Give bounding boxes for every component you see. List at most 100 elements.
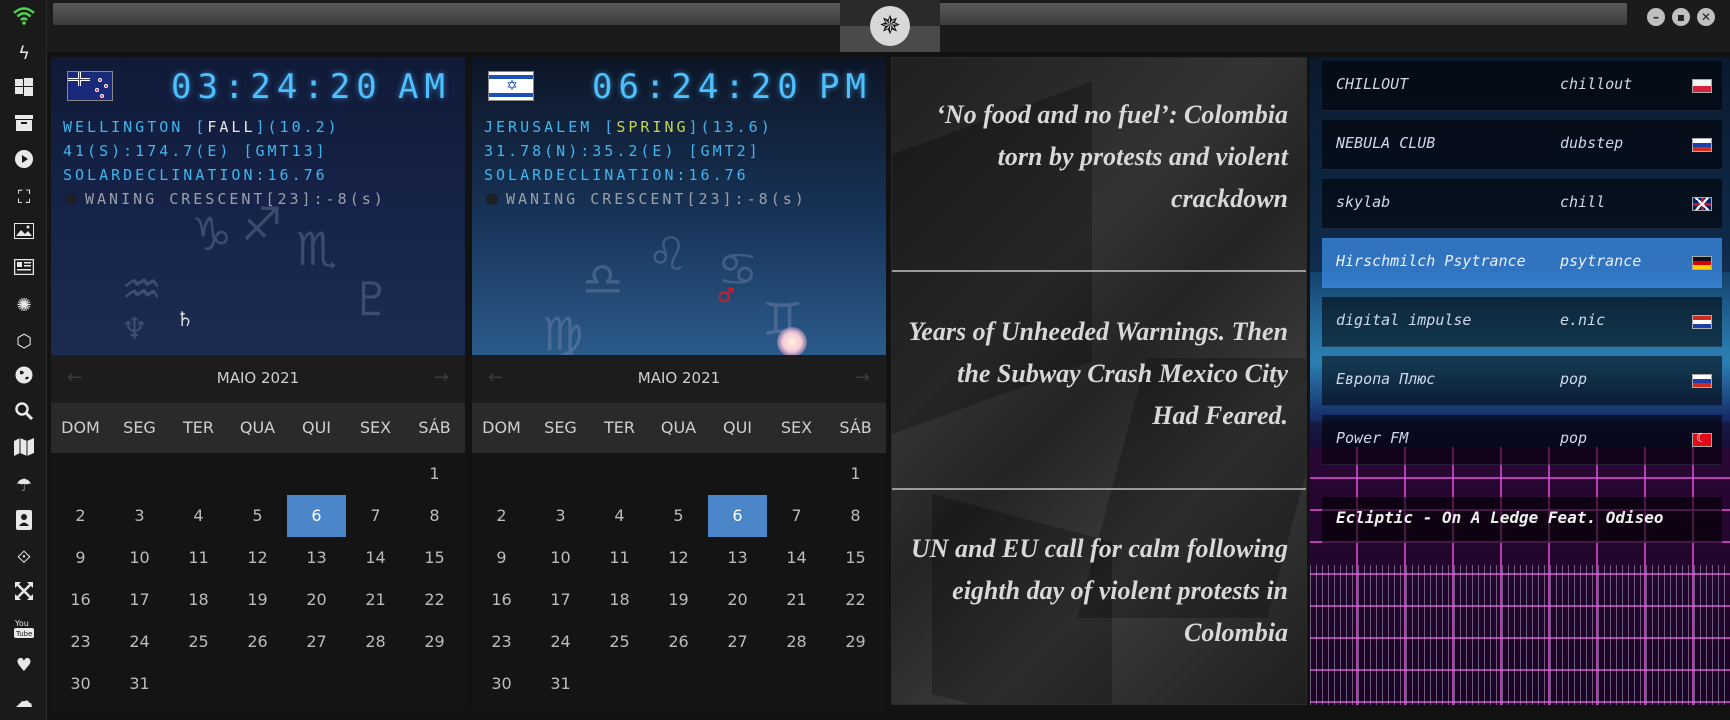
calendar-day[interactable]: 7: [767, 495, 826, 537]
calendar-day[interactable]: 4: [590, 495, 649, 537]
calendar-day[interactable]: 28: [767, 621, 826, 663]
calendar-day[interactable]: 1: [405, 453, 464, 495]
calendar-day[interactable]: 2: [472, 495, 531, 537]
news-headline[interactable]: Years of Unheeded Warnings. Then the Sub…: [908, 311, 1288, 437]
radio-station-item[interactable]: skylab chill: [1322, 179, 1722, 229]
calendar-day[interactable]: 2: [51, 495, 110, 537]
cloud-icon[interactable]: ☁: [12, 690, 36, 714]
calendar-day-selected[interactable]: 6: [708, 495, 767, 537]
calendar-day[interactable]: 13: [287, 537, 346, 579]
calendar-day[interactable]: 19: [228, 579, 287, 621]
rebel-icon[interactable]: ✺: [12, 294, 36, 318]
calendar-day[interactable]: 4: [169, 495, 228, 537]
calendar-day[interactable]: 3: [531, 495, 590, 537]
calendar-day[interactable]: 5: [228, 495, 287, 537]
wifi-icon[interactable]: [12, 6, 36, 30]
globe-icon[interactable]: [12, 366, 36, 390]
calendar-day[interactable]: 14: [346, 537, 405, 579]
calendar-day[interactable]: 27: [708, 621, 767, 663]
calendar-day[interactable]: 10: [110, 537, 169, 579]
contact-icon[interactable]: [12, 510, 36, 534]
calendar-day[interactable]: 12: [649, 537, 708, 579]
calendar-day[interactable]: 14: [767, 537, 826, 579]
map-pin-icon[interactable]: ⛶: [12, 186, 36, 210]
lightning-icon[interactable]: ϟ: [12, 42, 36, 66]
calendar-day[interactable]: 8: [826, 495, 885, 537]
calendar-day[interactable]: 18: [590, 579, 649, 621]
news-headline[interactable]: ‘No food and no fuel’: Colombia torn by …: [908, 94, 1288, 220]
tag-icon[interactable]: ⟐: [12, 546, 36, 570]
heart-icon[interactable]: ♥: [12, 654, 36, 678]
youtube-icon[interactable]: You Tube: [12, 618, 36, 642]
calendar-day[interactable]: 19: [649, 579, 708, 621]
calendar-day[interactable]: 31: [531, 663, 590, 705]
calendar-day[interactable]: 21: [767, 579, 826, 621]
calendar-day[interactable]: 9: [51, 537, 110, 579]
calendar-day[interactable]: 24: [531, 621, 590, 663]
radio-station-item[interactable]: NEBULA CLUB dubstep: [1322, 120, 1722, 170]
calendar-day[interactable]: 8: [405, 495, 464, 537]
calendar-day[interactable]: 3: [110, 495, 169, 537]
hexagon-icon[interactable]: ⬡: [12, 330, 36, 354]
calendar-day[interactable]: 30: [472, 663, 531, 705]
calendar-day[interactable]: 10: [531, 537, 590, 579]
calendar-day[interactable]: 17: [110, 579, 169, 621]
windows-icon[interactable]: [12, 78, 36, 102]
home-tab[interactable]: ✵: [840, 0, 940, 52]
calendar-day[interactable]: 23: [472, 621, 531, 663]
calendar-day[interactable]: 16: [51, 579, 110, 621]
calendar-day[interactable]: 11: [590, 537, 649, 579]
calendar-day[interactable]: 9: [472, 537, 531, 579]
calendar-day[interactable]: 20: [708, 579, 767, 621]
next-month-icon[interactable]: →: [434, 367, 449, 388]
weekday-label: DOM: [61, 418, 100, 437]
calendar-day[interactable]: 29: [826, 621, 885, 663]
calendar-day[interactable]: 29: [405, 621, 464, 663]
calendar-day-selected[interactable]: 6: [287, 495, 346, 537]
calendar-day[interactable]: 22: [826, 579, 885, 621]
calendar-day[interactable]: 25: [590, 621, 649, 663]
calendar-day[interactable]: 26: [649, 621, 708, 663]
map-icon[interactable]: [12, 438, 36, 462]
calendar-day[interactable]: 15: [405, 537, 464, 579]
calendar-day[interactable]: 24: [110, 621, 169, 663]
play-icon[interactable]: [12, 150, 36, 174]
calendar-day[interactable]: 18: [169, 579, 228, 621]
radio-station-item[interactable]: CHILLOUT chillout: [1322, 61, 1722, 111]
calendar-day[interactable]: 26: [228, 621, 287, 663]
news-headline[interactable]: UN and EU call for calm following eighth…: [908, 528, 1288, 654]
calendar-day[interactable]: 22: [405, 579, 464, 621]
minimize-icon[interactable]: –: [1647, 8, 1665, 26]
close-icon[interactable]: ✕: [1697, 8, 1715, 26]
calendar-day[interactable]: 11: [169, 537, 228, 579]
expand-icon[interactable]: [12, 582, 36, 606]
calendar-day[interactable]: 13: [708, 537, 767, 579]
radio-station-item[interactable]: Европа Плюс pop: [1322, 356, 1722, 406]
umbrella-icon[interactable]: ☂: [12, 474, 36, 498]
image-icon[interactable]: [12, 222, 36, 246]
calendar-day[interactable]: 7: [346, 495, 405, 537]
news-icon[interactable]: [12, 258, 36, 282]
calendar-day[interactable]: 25: [169, 621, 228, 663]
calendar-day[interactable]: 28: [346, 621, 405, 663]
calendar-day[interactable]: 31: [110, 663, 169, 705]
calendar-day[interactable]: 30: [51, 663, 110, 705]
calendar-day[interactable]: 16: [472, 579, 531, 621]
radio-station-item[interactable]: Hirschmilch Psytrance psytrance: [1322, 238, 1722, 288]
calendar-day[interactable]: 21: [346, 579, 405, 621]
calendar-day[interactable]: 23: [51, 621, 110, 663]
search-icon[interactable]: [12, 402, 36, 426]
rebel-alliance-logo-icon[interactable]: ✵: [870, 6, 910, 46]
calendar-day[interactable]: 1: [826, 453, 885, 495]
archive-icon[interactable]: [12, 114, 36, 138]
maximize-icon[interactable]: ▪: [1672, 8, 1690, 26]
calendar-day[interactable]: 12: [228, 537, 287, 579]
calendar-day[interactable]: 20: [287, 579, 346, 621]
radio-station-item[interactable]: digital impulse e.nic: [1322, 297, 1722, 347]
next-month-icon[interactable]: →: [855, 367, 870, 388]
calendar-day[interactable]: 27: [287, 621, 346, 663]
calendar-day[interactable]: 15: [826, 537, 885, 579]
calendar-day[interactable]: 5: [649, 495, 708, 537]
calendar-day[interactable]: 17: [531, 579, 590, 621]
radio-station-item[interactable]: Power FM pop ☾: [1322, 415, 1722, 465]
